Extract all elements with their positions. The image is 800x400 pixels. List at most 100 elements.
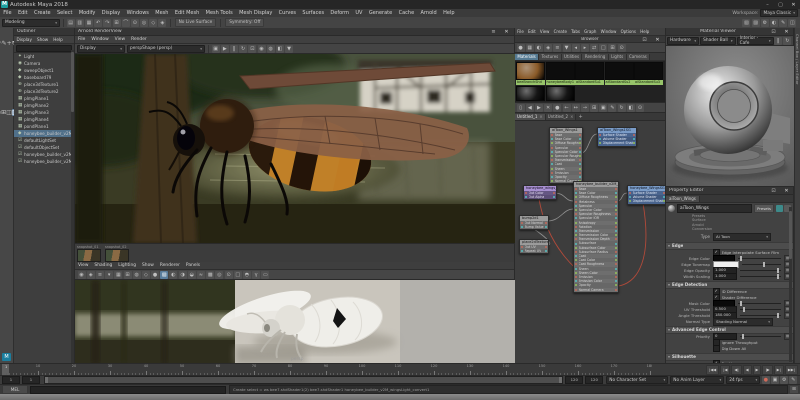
slider[interactable] — [737, 256, 781, 262]
input-port-icon[interactable] — [521, 226, 523, 229]
animation-preferences-icon[interactable]: ⚙ — [780, 376, 789, 384]
menu-cache[interactable]: Cache — [395, 9, 417, 17]
open-scene-icon[interactable]: ▥ — [75, 18, 84, 27]
snap-to-view-plane-icon[interactable]: ◇ — [149, 18, 158, 27]
input-port-icon[interactable] — [575, 192, 577, 195]
input-port-icon[interactable] — [599, 134, 601, 137]
slider[interactable] — [739, 274, 781, 280]
node-honeybee-builder-v2m-bee-wings[interactable]: honeybee_builder_v2M_Bee_WingsBaseBase C… — [573, 181, 619, 293]
slider[interactable] — [737, 301, 781, 307]
snap-to-projected-center-icon[interactable]: ◎ — [140, 18, 149, 27]
output-port-icon[interactable] — [615, 288, 617, 291]
two-d-pan-zoom-icon[interactable]: ⊞ — [123, 270, 132, 279]
property-editor-scrollbar[interactable] — [789, 207, 792, 362]
create-utility-icon[interactable]: ◈ — [544, 43, 553, 52]
output-port-icon[interactable] — [615, 217, 617, 220]
material-swatch[interactable]: beeBranchShd — [516, 62, 545, 85]
input-port-icon[interactable] — [575, 263, 577, 266]
render-image[interactable] — [75, 54, 515, 243]
oversampling-icon[interactable]: ◍ — [132, 270, 141, 279]
hypershade-menu-help[interactable]: Help — [638, 28, 651, 36]
outliner-scrollbar[interactable] — [71, 50, 74, 363]
previous-graph-icon[interactable]: ◀ — [525, 103, 534, 112]
input-port-icon[interactable] — [551, 146, 553, 149]
input-port-icon[interactable] — [575, 276, 577, 279]
hypershade-menu-file[interactable]: File — [515, 28, 526, 36]
editor-tab-untitled-2[interactable]: Untitled_2 × — [545, 114, 577, 120]
step-back-key-button[interactable]: ◀| — [731, 365, 742, 375]
output-port-icon[interactable] — [579, 138, 581, 141]
toggle-panel-icon[interactable]: ◫ — [788, 18, 797, 27]
xray-icon[interactable]: □ — [233, 270, 242, 279]
pause-ipr-icon[interactable]: ‖ — [229, 44, 238, 53]
renderview-menu-render[interactable]: Render — [128, 36, 150, 44]
range-start-handle[interactable] — [45, 377, 48, 383]
palette-icon[interactable] — [775, 204, 783, 212]
play-backwards-button[interactable]: ◀ — [742, 365, 752, 375]
outliner-item-honeybee-builder-v2m[interactable]: ◆ honeybee_builder_v2M — [14, 130, 74, 137]
output-port-icon[interactable] — [615, 196, 617, 199]
hypershade-menu-window[interactable]: Window — [599, 28, 619, 36]
symmetry-dropdown[interactable]: Symmetry: Off — [225, 18, 265, 27]
output-port-icon[interactable] — [615, 188, 617, 191]
display-dropdown[interactable]: Display ▾ — [77, 44, 125, 53]
renderview-menu-window[interactable]: Window — [88, 36, 111, 44]
viewport-menu-lighting[interactable]: Lighting — [115, 262, 139, 270]
input-port-icon[interactable] — [575, 196, 577, 199]
outliner-item-baseboard79[interactable]: ◆ baseboard79 — [14, 74, 74, 81]
material-swatch[interactable]: honeybeeBody1 — [545, 62, 575, 85]
shaded-icon[interactable]: ● — [151, 270, 160, 279]
outliner-item-defaultlightset[interactable]: ☑ defaultLightSet — [14, 137, 74, 144]
output-port-icon[interactable] — [579, 142, 581, 145]
input-port-icon[interactable] — [525, 196, 527, 199]
start-ipr-icon[interactable]: ▶ — [220, 44, 229, 53]
debug-shading-icon[interactable]: ◍ — [266, 44, 275, 53]
output-port-icon[interactable] — [545, 226, 547, 229]
input-port-icon[interactable] — [575, 271, 577, 274]
input-port-icon[interactable] — [575, 188, 577, 191]
input-output-connections-icon[interactable]: ↔ — [571, 103, 580, 112]
menu-file[interactable]: File — [0, 9, 15, 17]
menu-help[interactable]: Help — [440, 9, 458, 17]
slider-handle[interactable] — [742, 307, 745, 313]
graph-output-icon[interactable]: ▸ — [580, 43, 589, 52]
scrollbar-thumb[interactable] — [71, 52, 74, 112]
output-port-icon[interactable] — [579, 175, 581, 178]
snap-to-point-icon[interactable]: ⊙ — [130, 18, 139, 27]
range-slider-bar[interactable] — [45, 377, 563, 383]
render-swatch-icon[interactable]: ◧ — [626, 103, 635, 112]
wireframe-icon[interactable]: ◇ — [141, 270, 150, 279]
view-transform-icon[interactable]: ▭ — [261, 270, 270, 279]
play-forwards-button[interactable]: ▶ — [752, 365, 762, 375]
menuset-dropdown[interactable]: Modeling ▾ — [2, 18, 60, 27]
animation-end-field[interactable]: 120 — [585, 376, 604, 384]
no-live-surface-button[interactable]: No Live Surface — [174, 18, 217, 27]
outliner-item-camera[interactable]: ◉ Camera — [14, 60, 74, 67]
input-port-icon[interactable] — [551, 159, 553, 162]
menu-deform[interactable]: Deform — [327, 9, 352, 17]
input-port-icon[interactable] — [599, 138, 601, 141]
output-port-icon[interactable] — [615, 271, 617, 274]
slider-handle[interactable] — [740, 301, 742, 307]
workspace-dropdown[interactable]: Maya Classic ▾ — [760, 9, 798, 17]
render-frame-icon[interactable]: ▧ — [742, 18, 751, 27]
input-port-icon[interactable] — [551, 150, 553, 153]
menu-display[interactable]: Display — [99, 9, 124, 17]
create-material-icon[interactable]: ● — [516, 43, 525, 52]
input-port-icon[interactable] — [575, 200, 577, 203]
duplicate-network-icon[interactable]: ⊞ — [590, 103, 599, 112]
output-port-icon[interactable] — [615, 200, 617, 203]
input-port-icon[interactable] — [575, 267, 577, 270]
image-plane-icon[interactable]: ▦ — [114, 270, 123, 279]
channel-box-tab[interactable]: Channel Box / Layer Editor — [795, 34, 800, 85]
outliner-menu-help[interactable]: Help — [51, 36, 66, 44]
multisample-icon[interactable]: ▩ — [206, 270, 215, 279]
paint-effects-icon[interactable]: ✎ — [779, 18, 788, 27]
slider-handle[interactable] — [762, 262, 765, 268]
input-port-icon[interactable] — [551, 138, 553, 141]
node-honeybee-wingssg[interactable]: honeybee_WingsSG Surface Shader Volume Sha… — [627, 185, 665, 205]
outliner-search-input[interactable] — [16, 44, 72, 52]
create-light-icon[interactable]: ◐ — [534, 43, 543, 52]
outliner-item-pondplane1[interactable]: ▦ pondPlane1 — [14, 123, 74, 130]
outliner-item-place3dtexture2[interactable]: ⊕ place3dTexture2 — [14, 88, 74, 95]
